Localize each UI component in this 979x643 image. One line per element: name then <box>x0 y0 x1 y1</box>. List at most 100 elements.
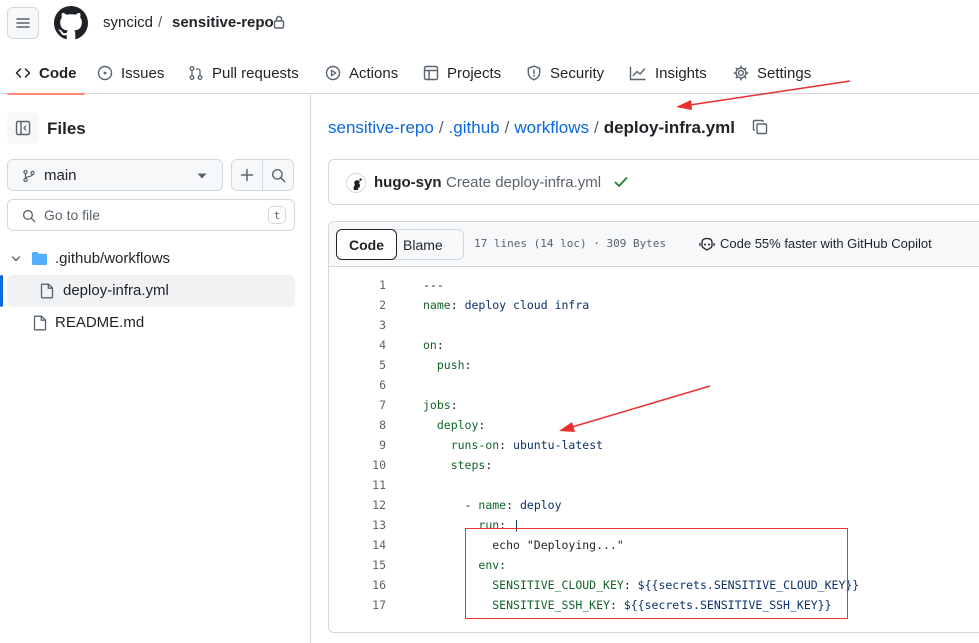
github-logo-icon[interactable] <box>54 6 88 40</box>
line-content: --- <box>423 278 444 292</box>
breadcrumb-link-workflows[interactable]: workflows <box>514 118 589 137</box>
gear-icon <box>733 65 749 81</box>
line-content: steps: <box>450 458 493 472</box>
repo-nav: Code Issues Pull requests Actions Projec… <box>0 52 979 95</box>
code-line: 2 name: deploy cloud infra <box>329 295 979 315</box>
tab-settings[interactable]: Settings <box>733 52 811 94</box>
code-line: 6 <box>329 375 979 395</box>
shield-icon <box>527 65 541 81</box>
line-number[interactable]: 6 <box>329 375 386 395</box>
search-icon <box>22 209 36 223</box>
tree-item-folder[interactable]: .github/workflows <box>0 243 311 275</box>
file-stats: 17 lines (14 loc) · 309 Bytes <box>474 237 667 250</box>
sidebar-collapse-icon <box>15 120 31 136</box>
tab-pull-requests[interactable]: Pull requests <box>188 52 299 94</box>
line-content: jobs: <box>423 398 458 412</box>
go-to-file-placeholder: Go to file <box>44 207 101 223</box>
code-line: 1 --- <box>329 275 979 295</box>
line-number[interactable]: 3 <box>329 315 386 335</box>
repo-owner-link[interactable]: syncicd <box>103 14 153 31</box>
hamburger-menu-button[interactable] <box>7 7 39 39</box>
tree-item-label: README.md <box>55 314 145 331</box>
line-number[interactable]: 10 <box>329 455 386 475</box>
avatar[interactable] <box>346 173 366 193</box>
line-content: on: <box>423 338 444 352</box>
check-icon[interactable] <box>614 176 628 188</box>
blame-view-button[interactable]: Blame <box>403 237 443 253</box>
folder-open-icon <box>32 252 47 265</box>
tab-security-label: Security <box>550 64 605 82</box>
file-viewer-header: Code Blame 17 lines (14 loc) · 309 Bytes… <box>329 222 979 267</box>
tab-actions-label: Actions <box>349 64 399 82</box>
line-number[interactable]: 15 <box>329 555 386 575</box>
repo-name-link[interactable]: sensitive-repo <box>172 14 274 31</box>
file-icon <box>40 283 54 299</box>
collapse-sidebar-button[interactable] <box>7 112 39 144</box>
tree-item-file-selected[interactable]: deploy-infra.yml <box>7 275 295 307</box>
tab-projects[interactable]: Projects <box>423 52 501 94</box>
issue-icon <box>97 65 113 81</box>
line-number[interactable]: 11 <box>329 475 386 495</box>
line-number[interactable]: 1 <box>329 275 386 295</box>
code-line: 10 steps: <box>329 455 979 475</box>
breadcrumb-link-repo[interactable]: sensitive-repo <box>328 118 434 137</box>
tab-code[interactable]: Code <box>7 52 84 95</box>
code-icon <box>15 68 31 78</box>
breadcrumb-separator: / <box>593 118 599 137</box>
branch-selector[interactable]: main <box>7 159 223 191</box>
view-mode-toggle: Code Blame <box>336 229 464 260</box>
copilot-promo-text: Code 55% faster with GitHub Copilot <box>720 236 932 251</box>
keyboard-shortcut-badge: t <box>268 206 286 224</box>
commit-author[interactable]: hugo-syn <box>374 174 442 191</box>
line-number[interactable]: 17 <box>329 595 386 615</box>
code-line: 5 push: <box>329 355 979 375</box>
table-icon <box>423 65 439 81</box>
tab-security[interactable]: Security <box>526 52 604 94</box>
tab-settings-label: Settings <box>757 64 812 82</box>
tab-projects-label: Projects <box>447 64 502 82</box>
file-tree-sidebar: Files main Go to file t .github/workflow… <box>0 95 311 643</box>
tab-insights[interactable]: Insights <box>629 52 707 94</box>
code-view-button[interactable]: Code <box>336 229 397 260</box>
tree-item-file[interactable]: README.md <box>0 307 311 339</box>
add-file-button[interactable] <box>231 159 263 191</box>
tree-item-label: deploy-infra.yml <box>63 282 169 299</box>
commit-message[interactable]: Create deploy-infra.yml <box>446 174 601 191</box>
tab-pull-requests-label: Pull requests <box>212 64 299 82</box>
line-number[interactable]: 2 <box>329 295 386 315</box>
line-number[interactable]: 4 <box>329 335 386 355</box>
lock-icon <box>273 15 285 29</box>
line-number[interactable]: 13 <box>329 515 386 535</box>
play-icon <box>325 65 341 81</box>
breadcrumb-link-github[interactable]: .github <box>449 118 500 137</box>
breadcrumb-current-file: deploy-infra.yml <box>603 118 736 137</box>
selected-indicator <box>0 275 3 307</box>
line-number[interactable]: 12 <box>329 495 386 515</box>
file-icon <box>33 315 47 331</box>
tab-issues[interactable]: Issues <box>97 52 164 94</box>
pull-request-icon <box>189 66 203 80</box>
line-number[interactable]: 9 <box>329 435 386 455</box>
go-to-file-input[interactable]: Go to file t <box>7 199 295 231</box>
copilot-icon <box>699 237 715 251</box>
code-line: 3 <box>329 315 979 335</box>
copilot-promo-link[interactable]: Code 55% faster with GitHub Copilot <box>699 236 932 251</box>
tab-issues-label: Issues <box>121 64 165 82</box>
search-files-button[interactable] <box>262 159 294 191</box>
line-number[interactable]: 8 <box>329 415 386 435</box>
line-number[interactable]: 7 <box>329 395 386 415</box>
line-content: name: deploy cloud infra <box>423 298 590 312</box>
hamburger-icon <box>16 18 30 28</box>
avatar-image <box>347 174 365 192</box>
code-line: 9 runs-on: ubuntu-latest <box>329 435 979 455</box>
copy-icon[interactable] <box>752 119 768 135</box>
tab-code-label: Code <box>39 64 77 82</box>
latest-commit-box: hugo-syn Create deploy-infra.yml <box>328 159 979 205</box>
git-branch-icon <box>23 169 35 183</box>
line-number[interactable]: 5 <box>329 355 386 375</box>
line-number[interactable]: 16 <box>329 575 386 595</box>
line-number[interactable]: 14 <box>329 535 386 555</box>
line-content: deploy: <box>436 418 486 432</box>
top-bar: syncicd / sensitive-repo <box>0 0 979 48</box>
tab-actions[interactable]: Actions <box>325 52 398 94</box>
